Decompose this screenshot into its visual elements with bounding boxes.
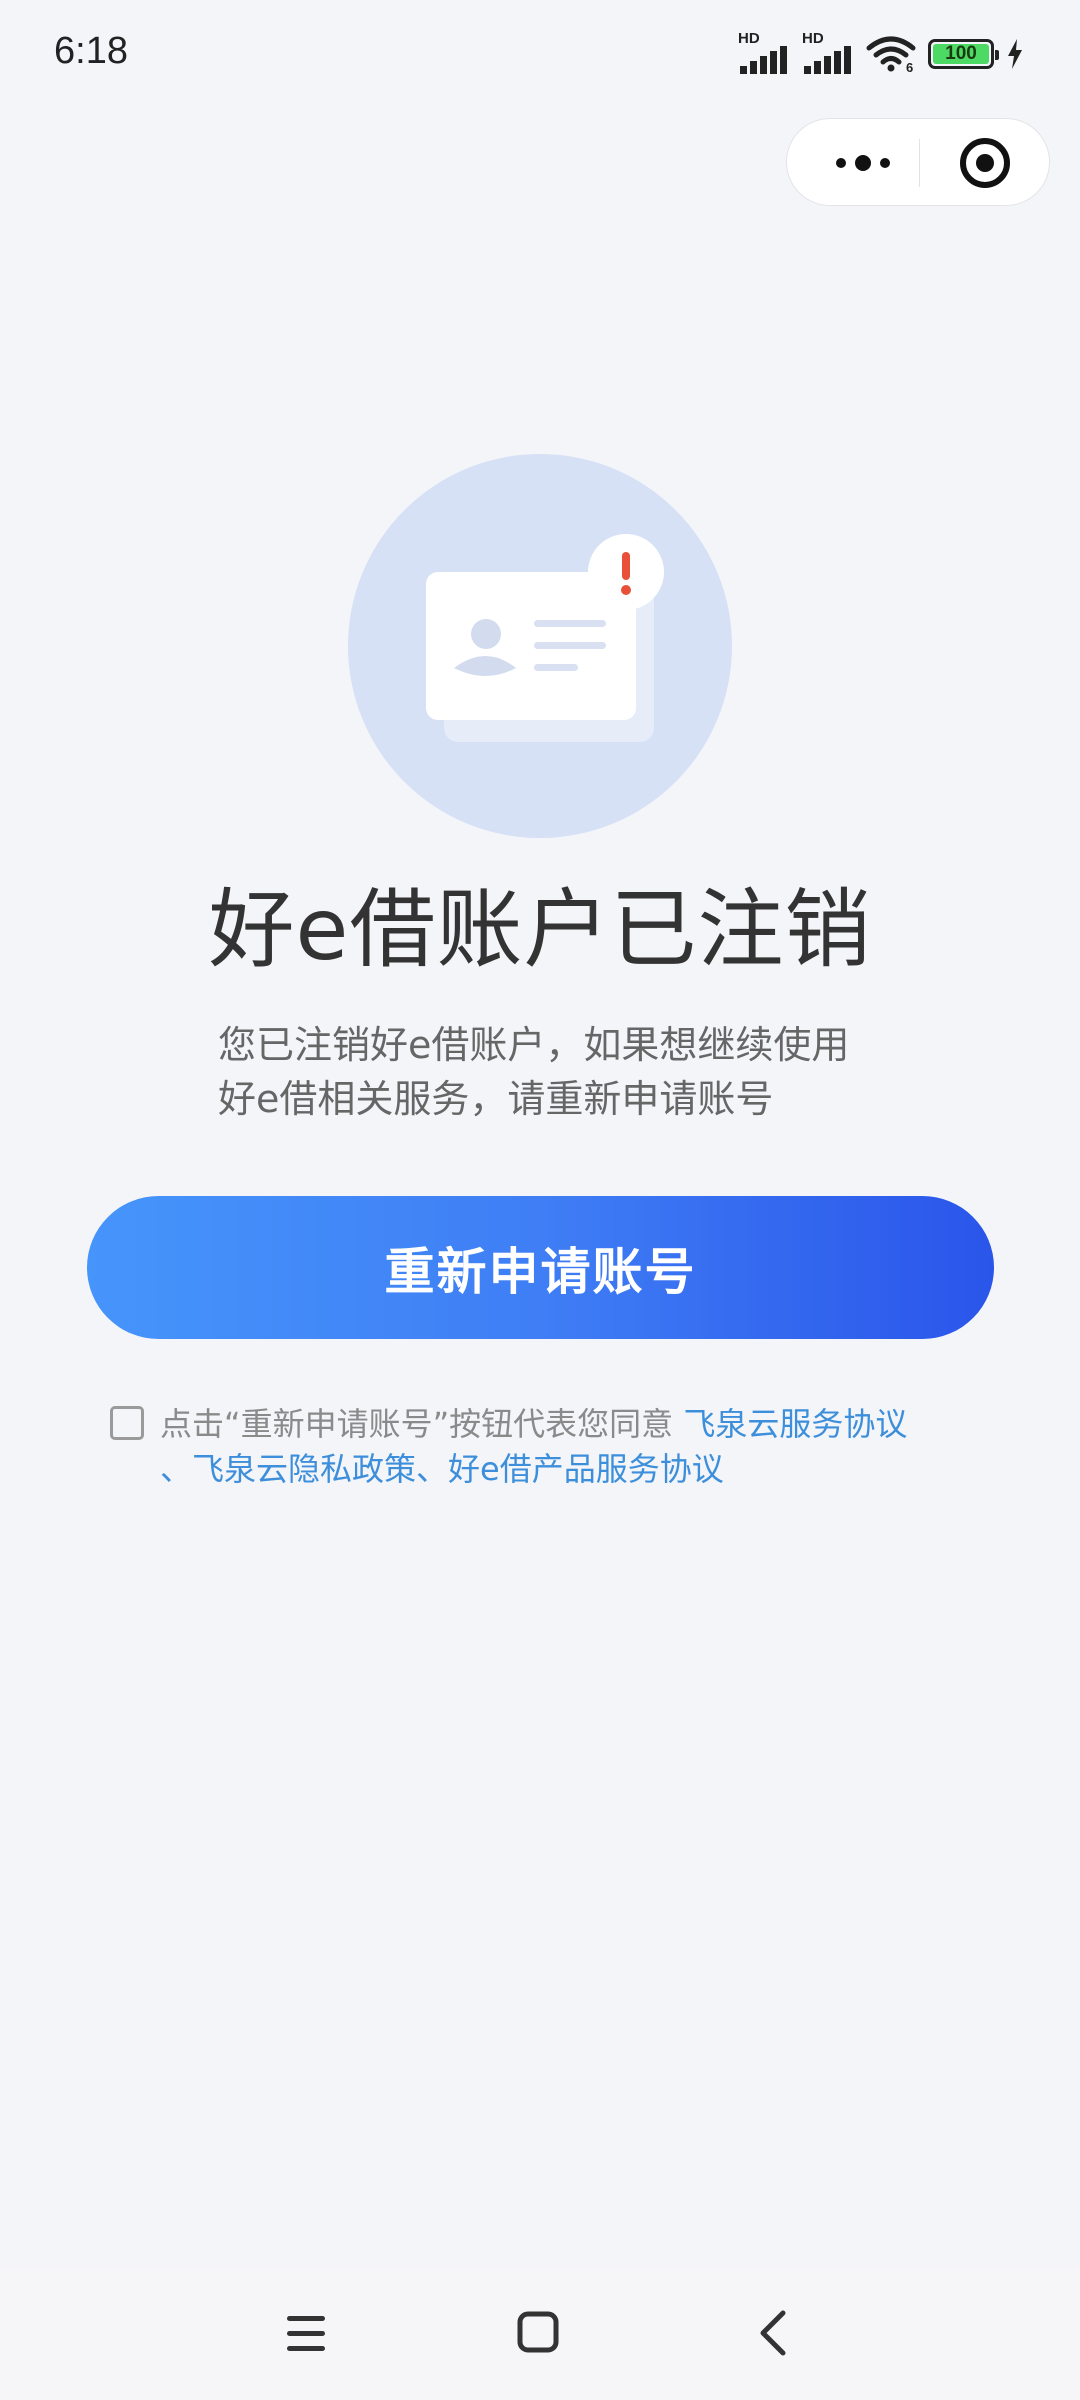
- nav-back-button[interactable]: [727, 2288, 817, 2378]
- wifi-icon: 6: [866, 36, 916, 72]
- network-label-1: HD: [738, 30, 760, 47]
- menu-icon: [287, 2316, 325, 2351]
- page-title: 好e借账户已注销: [208, 880, 872, 980]
- home-square-icon: [517, 2311, 559, 2353]
- account-cancelled-illustration: [348, 454, 732, 838]
- battery-icon: 100: [928, 39, 999, 69]
- more-dots-icon: [836, 155, 890, 171]
- service-agreement-link[interactable]: 飞泉云服务协议: [683, 1405, 907, 1443]
- more-button[interactable]: [827, 119, 899, 207]
- status-time: 6:18: [54, 30, 128, 72]
- target-close-icon: [960, 138, 1010, 188]
- svg-text:6: 6: [906, 60, 913, 72]
- description-line-1: 您已注销好e借账户，如果想继续使用: [218, 1023, 850, 1067]
- network-label-2: HD: [802, 30, 824, 47]
- charging-icon: [1008, 39, 1022, 69]
- agreement-prefix: 点击“重新申请账号”按钮代表您同意: [160, 1405, 684, 1443]
- agreement-text: 点击“重新申请账号”按钮代表您同意 飞泉云服务协议 、飞泉云隐私政策、好e借产品…: [160, 1402, 990, 1492]
- description-line-2: 好e借相关服务，请重新申请账号: [218, 1077, 774, 1121]
- agreement-checkbox[interactable]: [110, 1406, 144, 1440]
- status-bar: 6:18 HD HD 6 100: [0, 0, 1080, 110]
- miniprogram-capsule: [786, 118, 1050, 206]
- close-miniprogram-button[interactable]: [939, 119, 1031, 207]
- battery-level: 100: [945, 43, 977, 64]
- nav-menu-button[interactable]: [261, 2288, 351, 2378]
- system-nav-bar: [0, 2266, 1080, 2400]
- signal-icon: HD: [738, 30, 790, 74]
- back-chevron-icon: [760, 2310, 786, 2356]
- signal-icon: HD: [802, 30, 854, 74]
- nav-home-button[interactable]: [494, 2288, 584, 2378]
- privacy-and-product-links[interactable]: 、飞泉云隐私政策、好e借产品服务协议: [160, 1447, 990, 1492]
- reapply-account-button[interactable]: 重新申请账号: [87, 1196, 994, 1339]
- description: 您已注销好e借账户，如果想继续使用 好e借相关服务，请重新申请账号: [218, 1018, 898, 1126]
- status-icons: HD HD 6 100: [738, 30, 1024, 74]
- capsule-divider: [919, 139, 920, 187]
